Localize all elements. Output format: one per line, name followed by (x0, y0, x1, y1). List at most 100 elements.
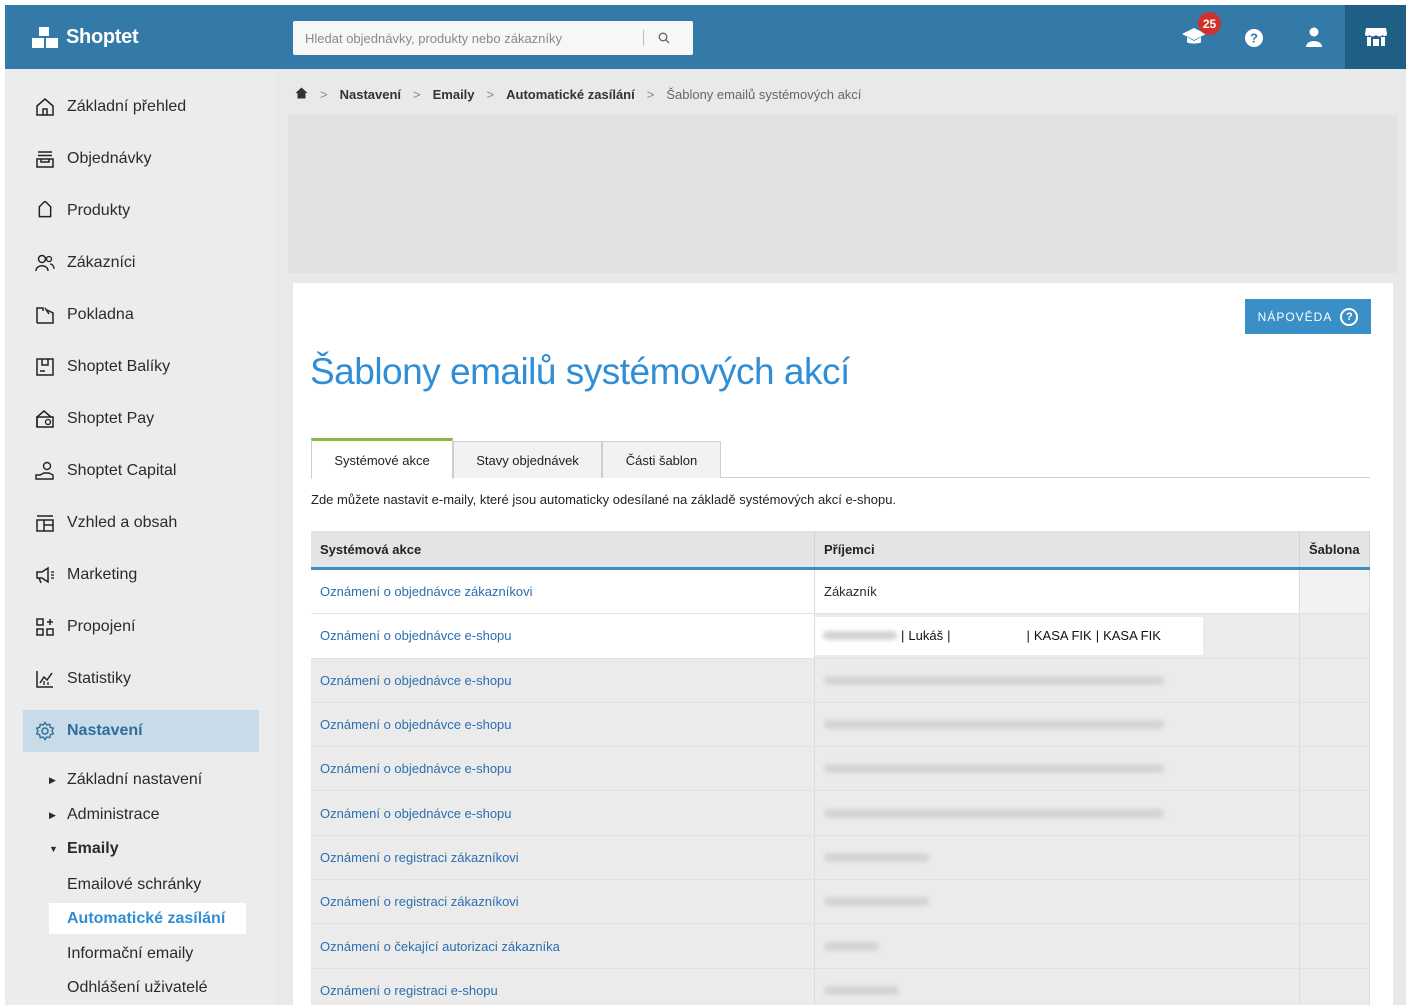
sidebar-sub-label: Administrace (67, 806, 160, 823)
orders-icon (33, 147, 57, 171)
table-row[interactable]: Oznámení o objednávce e-shopu (311, 747, 1370, 792)
sidebar-email-info-emails[interactable]: Informační emaily (49, 938, 246, 969)
sidebar-item-design[interactable]: Vzhled a obsah (23, 502, 259, 544)
action-link[interactable]: Oznámení o registraci e-shopu (320, 983, 498, 998)
store-icon (1364, 28, 1387, 46)
table-row[interactable]: Oznámení o objednávce e-shopu (311, 791, 1370, 836)
shoptet-logo[interactable]: Shoptet (32, 26, 139, 49)
search-input[interactable] (293, 30, 643, 46)
template-cell (1300, 924, 1370, 968)
tag-icon (33, 199, 57, 223)
store-button[interactable] (1345, 5, 1406, 69)
question-icon: ? (1340, 307, 1359, 326)
redacted-recipients (824, 764, 1164, 774)
tab-order-states[interactable]: Stavy objednávek (453, 441, 602, 478)
sidebar-item-label: Shoptet Pay (67, 410, 155, 427)
chart-icon (33, 667, 57, 691)
table-row[interactable]: Oznámení o objednávce e-shopu (311, 658, 1370, 703)
sidebar-item-integrations[interactable]: Propojení (23, 606, 259, 648)
action-link[interactable]: Oznámení o objednávce e-shopu (320, 806, 512, 821)
megaphone-icon (33, 563, 57, 587)
recipients-text: Zákazník (824, 584, 877, 600)
breadcrumb: > Nastavení > Emaily > Automatické zasíl… (295, 83, 861, 105)
tab-system-actions[interactable]: Systémové akce (311, 438, 453, 479)
sidebar-sub-administration[interactable]: ▶ Administrace (49, 800, 159, 830)
action-link[interactable]: Oznámení o objednávce e-shopu (320, 761, 512, 776)
page-description: Zde můžete nastavit e-maily, které jsou … (311, 492, 897, 507)
sidebar-item-orders[interactable]: Objednávky (23, 138, 259, 180)
sidebar-item-label: Nastavení (67, 722, 143, 739)
notification-badge[interactable]: 25 (1198, 12, 1221, 35)
system-actions-table: Systémová akce Příjemci Šablona Oznámení… (311, 531, 1370, 1005)
action-link[interactable]: Oznámení o objednávce e-shopu (320, 717, 512, 732)
shoptet-logo-icon (32, 26, 58, 48)
column-header-recipients[interactable]: Příjemci (815, 531, 1300, 567)
wallet-icon (33, 407, 57, 431)
template-cell (1300, 968, 1370, 1005)
redacted-recipients (824, 985, 899, 995)
action-link[interactable]: Oznámení o objednávce zákazníkovi (320, 584, 532, 599)
sidebar-item-settings[interactable]: Nastavení (23, 710, 259, 752)
action-link[interactable]: Oznámení o registraci zákazníkovi (320, 850, 519, 865)
template-cell (1300, 570, 1370, 614)
action-link[interactable]: Oznámení o objednávce e-shopu (320, 673, 512, 688)
sidebar-item-packages[interactable]: Shoptet Balíky (23, 346, 259, 388)
sidebar-item-overview[interactable]: Základní přehled (23, 86, 259, 128)
table-row[interactable]: Oznámení o registraci zákazníkovi (311, 835, 1370, 881)
page-title: Šablony emailů systémových akcí (310, 351, 850, 392)
sidebar-item-statistics[interactable]: Statistiky (23, 658, 259, 700)
table-row[interactable]: Oznámení o registraci zákazníkovi (311, 880, 1370, 925)
sidebar-item-pay[interactable]: Shoptet Pay (23, 398, 259, 440)
app-window: Shoptet 25 ? Základní přehled (5, 5, 1406, 1005)
home-icon[interactable] (295, 87, 308, 102)
sidebar-email-mailboxes[interactable]: Emailové schránky (49, 869, 246, 900)
breadcrumb-settings[interactable]: Nastavení (340, 87, 401, 102)
sidebar-sub-label: Základní nastavení (67, 771, 203, 788)
sidebar-email-unsubscribed[interactable]: Odhlášení uživatelé (49, 972, 246, 1003)
recipients-highlight: | Lukáš | | KASA FIK | KASA FIK (815, 616, 1203, 655)
sidebar-item-products[interactable]: Produkty (23, 190, 259, 232)
banner-area (288, 115, 1398, 273)
table-row[interactable]: Oznámení o objednávce zákazníkovi Zákazn… (311, 570, 1370, 615)
recipient-a: KASA FIK (1033, 628, 1092, 644)
sidebar-item-label: Vzhled a obsah (67, 514, 178, 531)
tab-template-parts[interactable]: Části šablon (602, 441, 721, 478)
sidebar-sub-label: Emaily (67, 840, 119, 857)
sidebar-item-label: Pokladna (67, 306, 134, 323)
breadcrumb-emails[interactable]: Emaily (433, 87, 475, 102)
column-header-action[interactable]: Systémová akce (311, 531, 815, 567)
table-row[interactable]: Oznámení o objednávce e-shopu (311, 702, 1370, 748)
sidebar-item-cashdesk[interactable]: Pokladna (23, 294, 259, 336)
help-icon[interactable]: ? (1244, 28, 1264, 48)
template-cell (1300, 835, 1370, 880)
sidebar-email-auto-sending[interactable]: Automatické zasílání (49, 903, 246, 934)
action-link[interactable]: Oznámení o objednávce e-shopu (320, 628, 512, 643)
breadcrumb-auto-sending[interactable]: Automatické zasílání (506, 87, 635, 102)
sidebar-item-capital[interactable]: Shoptet Capital (23, 450, 259, 492)
sidebar-sub-emails[interactable]: ▼ Emaily (49, 834, 119, 864)
template-cell (1300, 747, 1370, 791)
action-link[interactable]: Oznámení o registraci zákazníkovi (320, 894, 519, 909)
table-row[interactable]: Oznámení o objednávce e-shopu | Lukáš | … (311, 614, 1370, 659)
column-header-template[interactable]: Šablona (1300, 531, 1370, 567)
redacted-email (823, 631, 897, 641)
breadcrumb-separator: > (646, 86, 655, 102)
sidebar-item-marketing[interactable]: Marketing (23, 554, 259, 596)
sidebar-item-label: Shoptet Balíky (67, 358, 171, 375)
breadcrumb-current: Šablony emailů systémových akcí (666, 86, 862, 102)
sidebar-item-label: Marketing (67, 566, 138, 583)
user-icon[interactable] (1305, 27, 1323, 47)
layout-icon (33, 511, 57, 535)
search-icon[interactable] (644, 32, 684, 44)
help-button[interactable]: NÁPOVĚDA ? (1245, 299, 1371, 334)
recipient-name: Lukáš (908, 628, 944, 644)
sidebar: Základní přehled Objednávky Produkty Zák… (5, 69, 277, 1005)
table-row[interactable]: Oznámení o registraci e-shopu (311, 968, 1370, 1005)
action-link[interactable]: Oznámení o čekající autorizaci zákazníka (320, 939, 560, 954)
breadcrumb-separator: > (486, 86, 495, 102)
table-row[interactable]: Oznámení o čekající autorizaci zákazníka (311, 924, 1370, 969)
breadcrumb-separator: > (413, 86, 421, 102)
search-box[interactable] (293, 21, 693, 55)
sidebar-item-customers[interactable]: Zákazníci (23, 242, 259, 284)
sidebar-sub-basic-settings[interactable]: ▶ Základní nastavení (49, 765, 202, 795)
